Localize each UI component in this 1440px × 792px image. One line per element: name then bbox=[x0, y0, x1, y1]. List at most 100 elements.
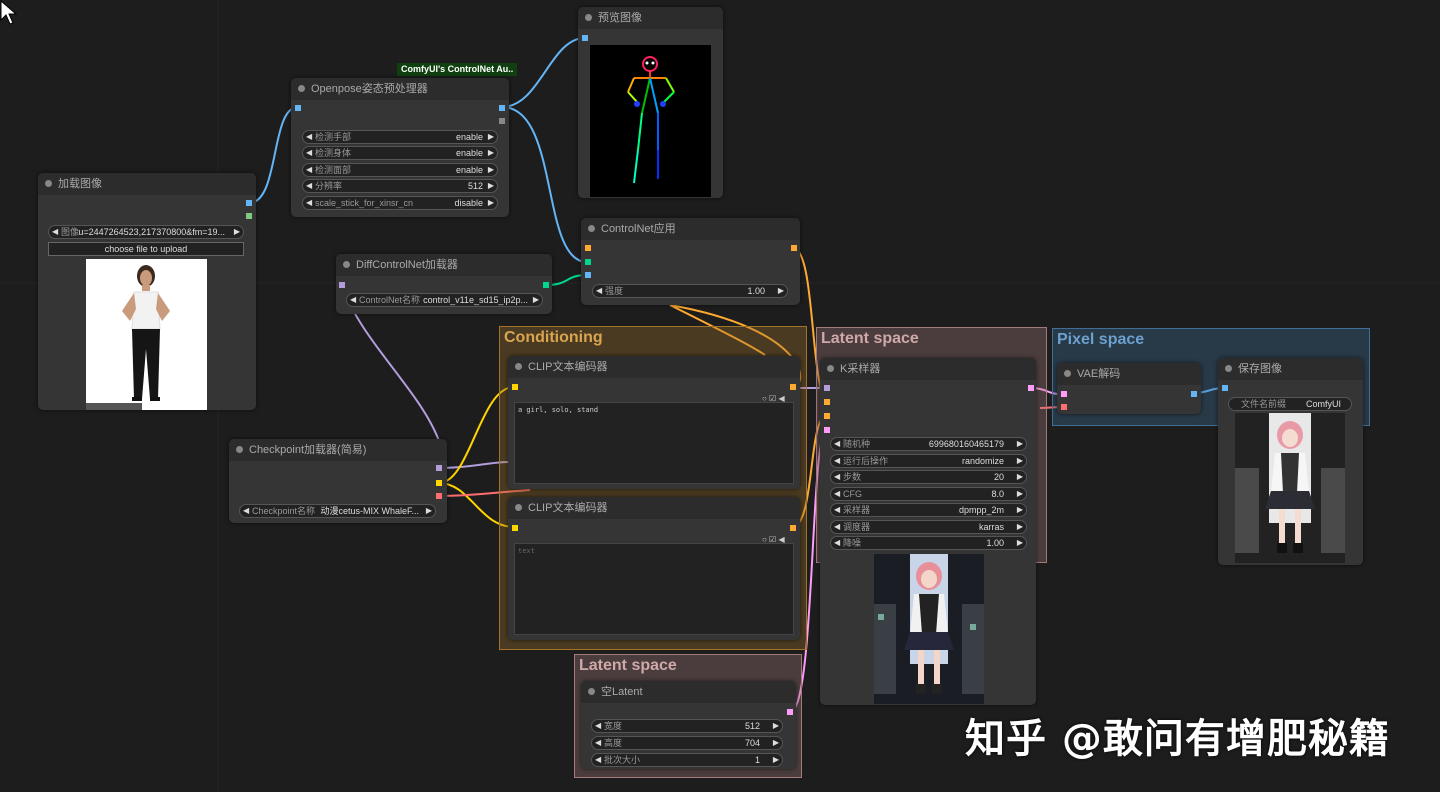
collapse-dot-icon[interactable] bbox=[1225, 365, 1232, 372]
output-latent-port[interactable] bbox=[787, 709, 793, 715]
loaded-photo bbox=[86, 259, 207, 410]
node-title: 预览图像 bbox=[598, 12, 642, 24]
output-latent-port[interactable] bbox=[1028, 385, 1034, 391]
output-mask-port[interactable] bbox=[246, 213, 252, 219]
collapse-dot-icon[interactable] bbox=[827, 365, 834, 372]
pose-skeleton-image bbox=[590, 45, 711, 197]
group-title: Conditioning bbox=[504, 329, 603, 346]
prompt-textarea[interactable]: a girl, solo, stand bbox=[514, 402, 794, 484]
widget-detect-face[interactable]: ◀ 检测面部 enable ▶ bbox=[302, 163, 498, 177]
node-title: K采样器 bbox=[840, 363, 881, 375]
node-diff-controlnet-loader[interactable]: DiffControlNet加载器 ◀ ControlNet名称 control_v… bbox=[336, 254, 552, 314]
widget-sampler[interactable]: ◀ 采样器 dpmpp_2m ▶ bbox=[830, 503, 1027, 517]
node-preview-image[interactable]: 预览图像 bbox=[578, 7, 723, 198]
output-vae-port[interactable] bbox=[436, 493, 442, 499]
widget-control-after-generate[interactable]: ◀ 运行后操作 randomize ▶ bbox=[830, 454, 1027, 468]
input-clip-port[interactable] bbox=[512, 525, 518, 531]
wire-model-ksampler bbox=[438, 461, 509, 469]
collapse-dot-icon[interactable] bbox=[45, 180, 52, 187]
filename-prefix-input[interactable]: 文件名前缀 ComfyUI bbox=[1228, 397, 1352, 411]
output-model-port[interactable] bbox=[436, 465, 442, 471]
input-model-port[interactable] bbox=[824, 385, 830, 391]
output-image-port[interactable] bbox=[246, 200, 252, 206]
widget-denoise[interactable]: ◀ 降噪 1.00 ▶ bbox=[830, 536, 1027, 550]
input-positive-port[interactable] bbox=[824, 399, 830, 405]
input-conditioning-port[interactable] bbox=[585, 245, 591, 251]
saved-output-image bbox=[1235, 413, 1345, 563]
group-title: Latent space bbox=[579, 657, 677, 674]
node-clip-text-encode-positive[interactable]: CLIP文本编码器 ○ ☑ ◀ a girl, solo, stand bbox=[508, 356, 800, 489]
sampler-preview-image bbox=[874, 554, 984, 704]
output-conditioning-port[interactable] bbox=[790, 525, 796, 531]
collapse-dot-icon[interactable] bbox=[1064, 370, 1071, 377]
node-title: CLIP文本编码器 bbox=[528, 502, 608, 514]
input-image-port[interactable] bbox=[585, 272, 591, 278]
group-title: Latent space bbox=[821, 330, 919, 347]
input-image-port[interactable] bbox=[295, 105, 301, 111]
node-vae-decode[interactable]: VAE解码 bbox=[1057, 363, 1201, 414]
checkpoint-name-select[interactable]: ◀ Checkpoint名称 动漫cetus-MIX WhaleF... ▶ bbox=[239, 504, 436, 518]
node-title: Openpose姿态预处理器 bbox=[311, 83, 428, 95]
mouse-cursor-icon bbox=[0, 0, 18, 25]
collapse-dot-icon[interactable] bbox=[298, 85, 305, 92]
collapse-dot-icon[interactable] bbox=[236, 446, 243, 453]
output-keypoint-port[interactable] bbox=[499, 118, 505, 124]
widget-seed[interactable]: ◀ 随机种 699680160465179 ▶ bbox=[830, 437, 1027, 451]
input-vae-port[interactable] bbox=[1061, 404, 1067, 410]
output-image-port[interactable] bbox=[499, 105, 505, 111]
input-image-port[interactable] bbox=[582, 35, 588, 41]
node-ksampler[interactable]: K采样器 ◀ 随机种 699680160465179 ▶ ◀ 运行后操作 randomiz… bbox=[820, 358, 1036, 705]
node-save-image[interactable]: 保存图像 文件名前缀 ComfyUI bbox=[1218, 358, 1363, 565]
node-title: 加载图像 bbox=[58, 178, 102, 190]
strength-slider[interactable]: ◀ 强度 1.00 ▶ bbox=[592, 284, 788, 298]
image-select[interactable]: ◀ 图像 u=2447264523,217370800&fm=19... ▶ bbox=[48, 225, 244, 239]
collapse-dot-icon[interactable] bbox=[343, 261, 350, 268]
node-title: 保存图像 bbox=[1238, 363, 1282, 375]
widget-batch-size[interactable]: ◀ 批次大小 1 ▶ bbox=[591, 753, 783, 767]
widget-scheduler[interactable]: ◀ 调度器 karras ▶ bbox=[830, 520, 1027, 534]
collapse-dot-icon[interactable] bbox=[588, 225, 595, 232]
node-checkpoint-loader[interactable]: Checkpoint加载器(简易) ◀ Checkpoint名称 动漫cetus-M… bbox=[229, 439, 447, 523]
upload-button[interactable]: choose file to upload bbox=[48, 242, 244, 256]
controlnet-name-select[interactable]: ◀ ControlNet名称 control_v11e_sd15_ip2p... ▶ bbox=[346, 293, 543, 307]
group-title: Pixel space bbox=[1057, 331, 1145, 348]
input-latent-port[interactable] bbox=[824, 427, 830, 433]
node-title: Checkpoint加载器(简易) bbox=[249, 444, 367, 456]
negative-prompt-textarea[interactable]: text bbox=[514, 543, 794, 635]
widget-resolution[interactable]: ◀ 分辨率 512 ▶ bbox=[302, 179, 498, 193]
input-negative-port[interactable] bbox=[824, 413, 830, 419]
widget-cfg[interactable]: ◀ CFG 8.0 ▶ bbox=[830, 487, 1027, 501]
output-image-port[interactable] bbox=[1191, 391, 1197, 397]
widget-height[interactable]: ◀ 高度 704 ▶ bbox=[591, 736, 783, 750]
watermark-text: 知乎 @敢问有增肥秘籍 bbox=[965, 716, 1390, 762]
node-controlnet-apply[interactable]: ControlNet应用 ◀ 强度 1.00 ▶ bbox=[581, 218, 800, 305]
collapse-dot-icon[interactable] bbox=[515, 504, 522, 511]
node-title: CLIP文本编码器 bbox=[528, 361, 608, 373]
node-graph-canvas[interactable]: Conditioning Latent space Pixel space La… bbox=[0, 0, 1440, 792]
input-model-port[interactable] bbox=[339, 282, 345, 288]
node-title: VAE解码 bbox=[1077, 368, 1121, 380]
output-conditioning-port[interactable] bbox=[791, 245, 797, 251]
widget-detect-body[interactable]: ◀ 检测身体 enable ▶ bbox=[302, 146, 498, 160]
node-title: ControlNet应用 bbox=[601, 223, 676, 235]
node-empty-latent[interactable]: 空Latent ◀ 宽度 512 ▶ ◀ 高度 704 ▶ ◀ 批次大小 1 ▶ bbox=[581, 681, 796, 769]
widget-detect-hand[interactable]: ◀ 检测手部 enable ▶ bbox=[302, 130, 498, 144]
node-load-image[interactable]: 加载图像 ◀ 图像 u=2447264523,217370800&fm=19..… bbox=[38, 173, 256, 410]
node-title: 空Latent bbox=[601, 686, 643, 698]
output-clip-port[interactable] bbox=[436, 480, 442, 486]
widget-width[interactable]: ◀ 宽度 512 ▶ bbox=[591, 719, 783, 733]
input-image-port[interactable] bbox=[1222, 385, 1228, 391]
input-clip-port[interactable] bbox=[512, 384, 518, 390]
output-conditioning-port[interactable] bbox=[790, 384, 796, 390]
input-samples-port[interactable] bbox=[1061, 391, 1067, 397]
collapse-dot-icon[interactable] bbox=[588, 688, 595, 695]
node-clip-text-encode-negative[interactable]: CLIP文本编码器 ○ ☑ ◀ text bbox=[508, 497, 800, 640]
collapse-dot-icon[interactable] bbox=[585, 14, 592, 21]
widget-scale-stick[interactable]: ◀ scale_stick_for_xinsr_cn disable ▶ bbox=[302, 196, 498, 210]
widget-steps[interactable]: ◀ 步数 20 ▶ bbox=[830, 470, 1027, 484]
input-controlnet-port[interactable] bbox=[585, 259, 591, 265]
wire-pose-controlnet bbox=[501, 106, 588, 263]
collapse-dot-icon[interactable] bbox=[515, 363, 522, 370]
output-controlnet-port[interactable] bbox=[543, 282, 549, 288]
node-openpose[interactable]: Openpose姿态预处理器 ◀ 检测手部 enable ▶ ◀ 检测身体 enable ▶… bbox=[291, 78, 509, 217]
